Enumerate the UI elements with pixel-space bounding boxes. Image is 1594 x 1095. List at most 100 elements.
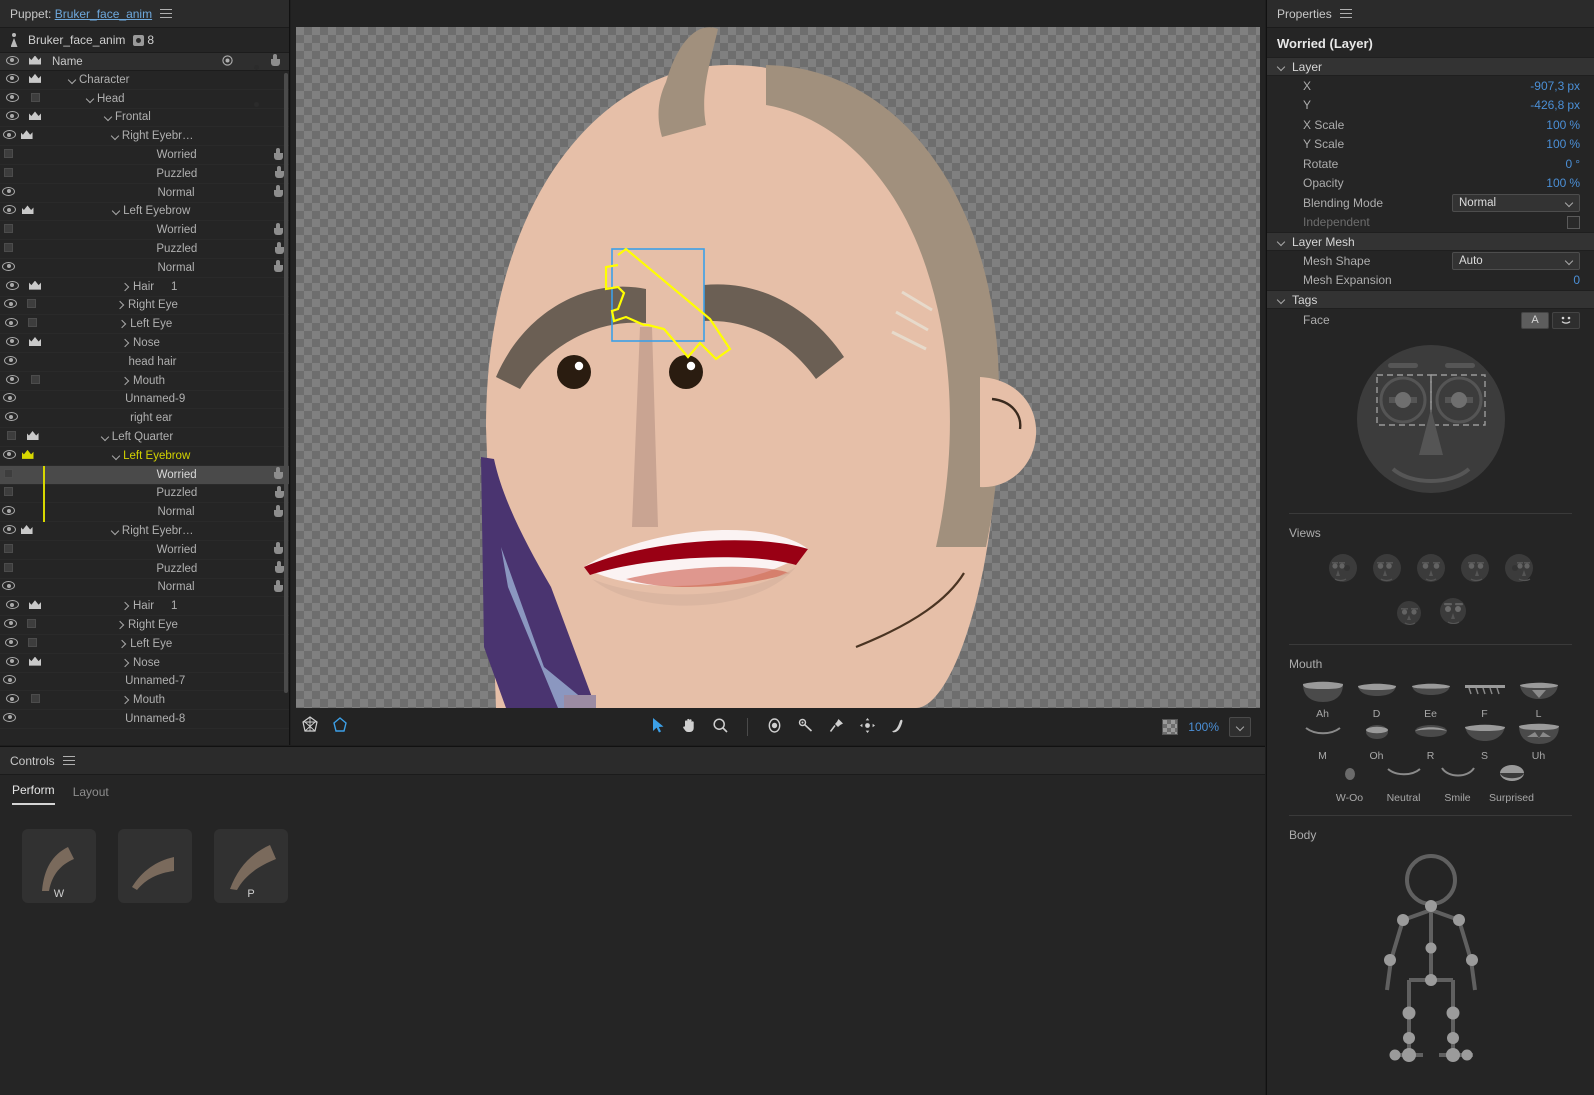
handle-tool-icon[interactable] xyxy=(859,717,876,737)
layer-crown-toggle[interactable] xyxy=(24,73,46,86)
section-tags-header[interactable]: Tags xyxy=(1267,290,1594,309)
layer-visibility-toggle[interactable] xyxy=(0,506,18,518)
chevron-down-icon[interactable] xyxy=(101,433,109,441)
mouth-viseme-s[interactable]: S xyxy=(1461,722,1509,762)
layer-visibility-toggle[interactable] xyxy=(0,73,24,86)
layer-visibility-toggle[interactable] xyxy=(0,92,24,105)
view-icon-left-profile[interactable] xyxy=(1326,551,1360,588)
layer-name-cell[interactable]: Left Eyebrow xyxy=(36,450,190,462)
layer-name-cell[interactable]: Worried xyxy=(34,544,197,556)
mouth-viseme-f[interactable]: F xyxy=(1461,680,1509,720)
chevron-right-icon[interactable] xyxy=(117,301,125,309)
layer-name-cell[interactable]: Head xyxy=(46,93,165,105)
mouth-viseme-uh[interactable]: Uh xyxy=(1515,722,1563,762)
layer-row[interactable]: Nose xyxy=(0,654,289,673)
layer-row[interactable]: Head xyxy=(0,90,289,109)
layer-row[interactable]: Puzzled xyxy=(0,560,289,579)
section-layer-header[interactable]: Layer xyxy=(1267,57,1594,76)
chevron-right-icon[interactable] xyxy=(122,339,130,347)
layer-crown-toggle[interactable] xyxy=(24,374,46,387)
chevron-right-icon[interactable] xyxy=(122,377,130,385)
layer-crown-toggle[interactable] xyxy=(22,431,42,443)
layer-crown-toggle[interactable] xyxy=(24,656,46,669)
tab-layout[interactable]: Layout xyxy=(73,785,109,805)
property-value[interactable]: -426,8 xyxy=(1530,98,1564,112)
chevron-down-icon[interactable] xyxy=(104,113,112,121)
layer-name-cell[interactable]: Right Eyebr… xyxy=(35,525,194,537)
zoom-level[interactable]: 100% xyxy=(1188,720,1219,734)
layer-row[interactable]: Frontal xyxy=(0,109,289,128)
layer-row[interactable]: Mouth xyxy=(0,691,289,711)
stick-pin-tool-icon[interactable] xyxy=(828,717,845,737)
view-icon-right-profile[interactable] xyxy=(1502,551,1536,588)
layer-row[interactable]: Mouth xyxy=(0,372,289,391)
mouth-viseme-neutral[interactable]: Neutral xyxy=(1380,764,1428,804)
layer-row[interactable]: Normal xyxy=(0,184,289,203)
layer-name-cell[interactable]: Puzzled xyxy=(33,168,197,180)
layer-name-cell[interactable]: Mouth xyxy=(46,694,165,706)
chevron-down-icon[interactable] xyxy=(68,76,76,84)
layer-name-cell[interactable]: Left Eyebrow xyxy=(36,205,190,217)
layer-row[interactable]: Puzzled xyxy=(0,165,289,184)
layer-row[interactable]: Right Eye xyxy=(0,616,289,635)
layer-row[interactable]: Unnamed-8 xyxy=(0,710,289,729)
layer-crown-toggle[interactable] xyxy=(24,694,46,706)
layer-name-cell[interactable]: Worried xyxy=(34,149,197,161)
layer-row[interactable]: Nose xyxy=(0,334,289,353)
layer-visibility-toggle[interactable] xyxy=(0,600,24,612)
layer-crown-toggle[interactable] xyxy=(21,619,41,631)
layer-row[interactable]: Left Eyebrow xyxy=(0,447,289,466)
layer-crown-toggle[interactable] xyxy=(24,92,46,105)
layer-row[interactable]: Worried xyxy=(0,541,289,560)
layer-visibility-toggle[interactable] xyxy=(0,562,17,575)
layer-list[interactable]: Character Head Frontal Right Eyebr… Worried P… xyxy=(0,71,289,745)
chevron-down-icon[interactable] xyxy=(112,207,120,215)
layer-name-cell[interactable]: Nose xyxy=(46,337,165,349)
mouth-viseme-r[interactable]: R xyxy=(1407,722,1455,762)
layer-row[interactable]: Hair 1 xyxy=(0,278,289,297)
layer-name-cell[interactable]: right ear xyxy=(43,412,172,424)
mouth-viseme-m[interactable]: M xyxy=(1299,722,1347,762)
layer-name-cell[interactable]: Puzzled xyxy=(33,243,197,255)
tag-button-face-icon[interactable] xyxy=(1552,311,1580,329)
layer-row[interactable]: Worried xyxy=(0,221,289,241)
chevron-down-icon[interactable] xyxy=(86,95,94,103)
layer-name-cell[interactable]: Normal xyxy=(34,581,194,593)
layer-visibility-toggle[interactable] xyxy=(0,525,18,537)
layer-row[interactable]: Left Quarter xyxy=(0,428,289,447)
properties-tab[interactable]: Properties xyxy=(1277,7,1332,21)
layer-name-cell[interactable]: Hair xyxy=(46,281,165,293)
panel-menu-icon[interactable] xyxy=(160,8,173,19)
chevron-down-icon[interactable] xyxy=(111,527,119,535)
layer-visibility-toggle[interactable] xyxy=(0,111,24,123)
layer-row[interactable]: Character xyxy=(0,71,289,90)
layer-visibility-toggle[interactable] xyxy=(0,318,23,330)
layer-row[interactable]: Unnamed-9 xyxy=(0,391,289,410)
layer-visibility-toggle[interactable] xyxy=(0,261,18,274)
tag-button-a[interactable]: A xyxy=(1521,311,1549,329)
independent-checkbox[interactable] xyxy=(1567,215,1580,229)
section-layer-mesh-header[interactable]: Layer Mesh xyxy=(1267,232,1594,251)
layer-crown-toggle[interactable] xyxy=(23,318,44,330)
layer-row[interactable]: Left Eye xyxy=(0,635,289,654)
layer-name-cell[interactable]: Normal xyxy=(34,506,194,518)
layer-name-cell[interactable]: Mouth xyxy=(46,375,165,387)
layer-visibility-toggle[interactable] xyxy=(0,205,19,217)
layer-name-cell[interactable]: Puzzled xyxy=(33,487,197,499)
layer-visibility-toggle[interactable] xyxy=(0,449,19,462)
layer-visibility-toggle[interactable] xyxy=(0,299,21,311)
mesh-shape-select[interactable]: Auto xyxy=(1452,251,1580,270)
chevron-right-icon[interactable] xyxy=(122,659,130,667)
layer-crown-toggle[interactable] xyxy=(24,280,46,293)
layer-visibility-toggle[interactable] xyxy=(0,149,18,161)
layer-visibility-toggle[interactable] xyxy=(0,167,17,180)
layer-row[interactable]: Right Eye xyxy=(0,297,289,316)
layer-name-cell[interactable]: Right Eye xyxy=(41,299,178,311)
layer-visibility-toggle[interactable] xyxy=(0,393,20,405)
mouth-viseme-ee[interactable]: Ee xyxy=(1407,680,1455,720)
controls-tab[interactable]: Controls xyxy=(10,754,55,768)
view-icon-right-quarter[interactable] xyxy=(1458,551,1492,588)
layer-name-cell[interactable]: Nose xyxy=(46,657,165,669)
layer-name-cell[interactable]: Unnamed-7 xyxy=(38,675,185,687)
layer-crown-toggle[interactable] xyxy=(24,337,46,349)
